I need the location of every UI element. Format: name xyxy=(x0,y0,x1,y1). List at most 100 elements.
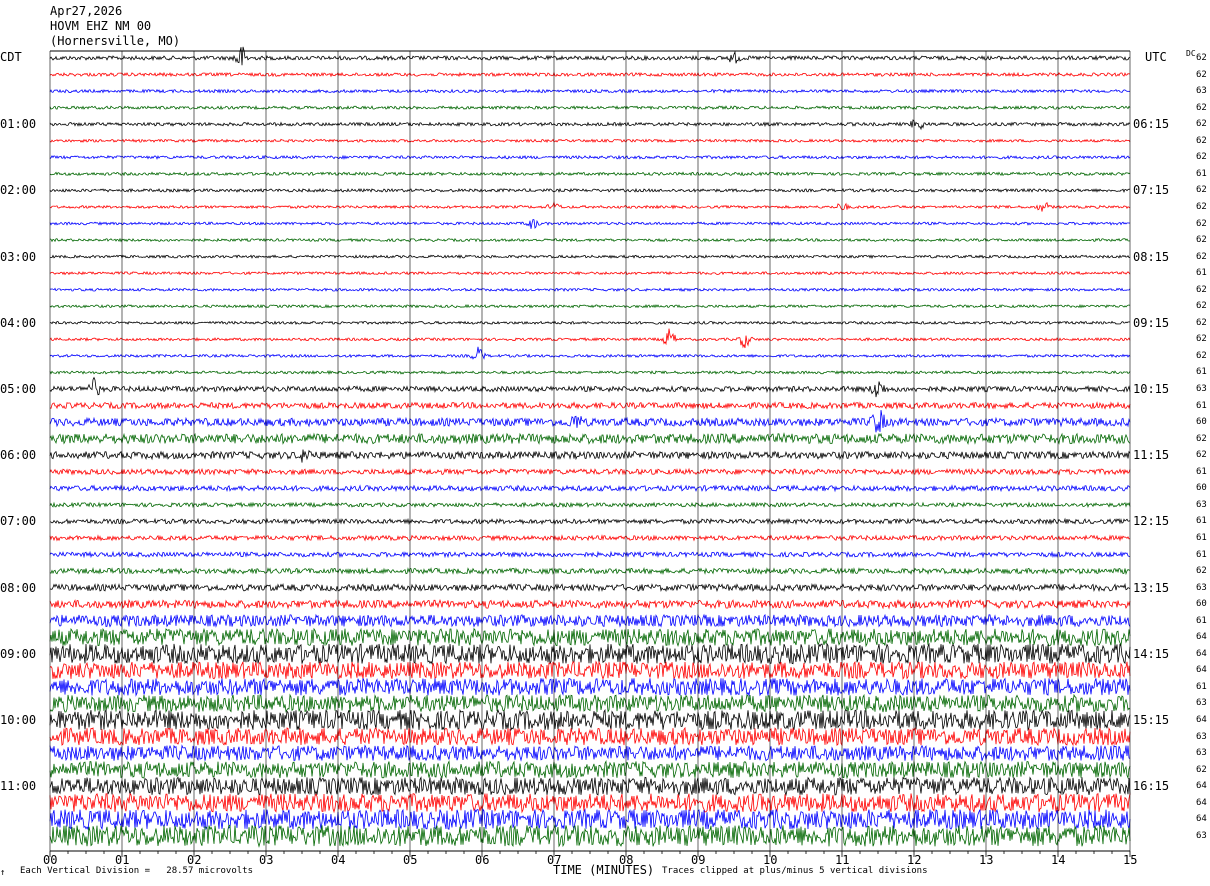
trace-row-25 xyxy=(49,467,1131,476)
trace-row-3 xyxy=(49,105,1131,111)
dc-offset-label: 61 xyxy=(1196,516,1207,527)
dc-offset-label: 63 xyxy=(1196,499,1207,510)
trace-row-0 xyxy=(49,46,1131,66)
right-time-label: 14:15 xyxy=(1133,646,1170,661)
dc-offset-label: 64 xyxy=(1196,797,1207,808)
dc-offset-label: 62 xyxy=(1196,218,1207,229)
dc-offset-label: 61 xyxy=(1196,532,1207,543)
dc-offset-label: 63 xyxy=(1196,86,1207,97)
right-time-label: 06:15 xyxy=(1133,117,1170,132)
x-tick-label: 00 xyxy=(43,853,58,867)
trace-row-26 xyxy=(49,484,1131,493)
trace-row-4 xyxy=(49,119,1131,131)
scale-note: Each Vertical Division = 28.57 microvolt… xyxy=(20,866,253,876)
dc-offset-label: 62 xyxy=(1196,433,1207,444)
trace-row-40 xyxy=(49,708,1131,732)
dc-offset-label: 63 xyxy=(1196,384,1207,394)
helicorder-plot xyxy=(49,46,1131,857)
x-tick-label: 12 xyxy=(907,853,922,867)
right-time-label: 10:15 xyxy=(1133,382,1170,396)
x-axis-ticks xyxy=(49,851,1131,857)
trace-row-46 xyxy=(49,808,1131,831)
right-time-label: 13:15 xyxy=(1133,580,1170,595)
left-time-label: 05:00 xyxy=(0,382,37,396)
trace-row-22 xyxy=(49,410,1131,433)
trace-row-2 xyxy=(49,88,1131,94)
dc-offset-label: 61 xyxy=(1196,400,1207,411)
right-time-label: 09:15 xyxy=(1133,315,1170,330)
trace-row-10 xyxy=(49,218,1131,229)
dc-offset-label: 63 xyxy=(1196,731,1207,742)
x-tick-label: 05 xyxy=(403,853,418,867)
x-tick-label: 04 xyxy=(331,853,346,867)
x-tick-label: 03 xyxy=(259,853,274,867)
dc-offset-label: 60 xyxy=(1196,599,1207,610)
dc-header: DC xyxy=(1186,49,1196,58)
station-label: HOVM EHZ NM 00 xyxy=(50,19,152,33)
trace-row-23 xyxy=(49,432,1131,446)
trace-row-19 xyxy=(49,370,1131,375)
trace-row-34 xyxy=(49,613,1131,628)
dc-offset-label: 61 xyxy=(1196,549,1207,560)
x-tick-label: 13 xyxy=(979,853,994,867)
left-time-label: 01:00 xyxy=(0,117,37,132)
dc-offset-label: 61 xyxy=(1196,367,1207,378)
dc-offset-label: 62 xyxy=(1196,119,1207,130)
trace-row-6 xyxy=(49,154,1131,160)
dc-offset-label: 62 xyxy=(1196,69,1207,80)
dc-offset-label: 64 xyxy=(1196,814,1207,825)
left-timezone-label: CDT xyxy=(0,50,22,64)
dc-offset-label: 61 xyxy=(1196,615,1207,626)
right-time-label: 07:15 xyxy=(1133,183,1170,198)
trace-row-47 xyxy=(49,824,1131,848)
trace-row-27 xyxy=(49,501,1131,509)
x-tick-label: 02 xyxy=(187,853,202,867)
right-time-label: 15:15 xyxy=(1133,713,1170,727)
trace-row-9 xyxy=(49,201,1131,212)
trace-row-1 xyxy=(49,71,1131,78)
trace-row-7 xyxy=(49,171,1131,177)
trace-row-30 xyxy=(49,550,1130,559)
dc-offset-label: 62 xyxy=(1196,201,1207,212)
trace-row-35 xyxy=(49,627,1131,648)
dc-offset-label: 61 xyxy=(1196,168,1207,179)
trace-row-33 xyxy=(49,598,1131,610)
dc-offset-label: 62 xyxy=(1196,235,1207,246)
left-time-label: 04:00 xyxy=(0,315,37,330)
left-time-label: 03:00 xyxy=(0,249,37,264)
dc-offset-label: 62 xyxy=(1196,350,1207,361)
dc-offset-label: 60 xyxy=(1196,483,1207,494)
x-axis-title: TIME (MINUTES) xyxy=(553,863,655,877)
x-tick-label: 10 xyxy=(763,853,778,867)
dc-offset-label: 62 xyxy=(1196,334,1207,345)
dc-offset-label: 62 xyxy=(1196,251,1207,262)
trace-row-28 xyxy=(49,517,1131,526)
right-time-label: 16:15 xyxy=(1133,779,1170,794)
trace-row-39 xyxy=(49,693,1131,714)
dc-offset-label: 63 xyxy=(1196,582,1207,593)
dc-offset-label: 62 xyxy=(1196,450,1207,461)
right-timezone-label: UTC xyxy=(1145,50,1167,64)
right-time-label: 12:15 xyxy=(1133,514,1170,529)
dc-offset-label: 62 xyxy=(1196,284,1207,295)
location-label: (Hornersville, MO) xyxy=(50,34,181,48)
dc-offset-label: 62 xyxy=(1196,53,1207,63)
left-time-label: 11:00 xyxy=(0,779,37,794)
x-tick-label: 14 xyxy=(1051,853,1066,867)
dc-offset-label: 62 xyxy=(1196,102,1207,113)
trace-row-44 xyxy=(49,776,1131,797)
left-time-label: 10:00 xyxy=(0,713,37,727)
trace-row-32 xyxy=(49,582,1131,593)
trace-row-16 xyxy=(49,320,1131,326)
dc-offset-label: 64 xyxy=(1196,665,1207,676)
left-time-label: 06:00 xyxy=(0,448,37,463)
trace-row-18 xyxy=(49,346,1131,360)
trace-row-13 xyxy=(49,270,1131,276)
trace-row-12 xyxy=(50,254,1131,259)
dc-offset-label: 64 xyxy=(1196,781,1207,792)
left-time-label: 07:00 xyxy=(0,514,37,529)
trace-row-20 xyxy=(49,376,1131,398)
trace-row-17 xyxy=(49,328,1131,349)
dc-offset-label: 60 xyxy=(1196,417,1207,428)
corner-mark: ↑ xyxy=(0,868,6,878)
